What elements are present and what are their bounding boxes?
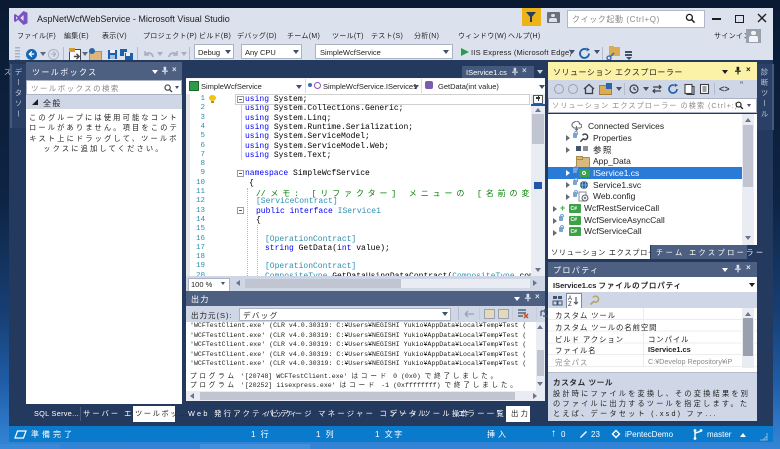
svg-text:Z: Z [568, 302, 572, 306]
